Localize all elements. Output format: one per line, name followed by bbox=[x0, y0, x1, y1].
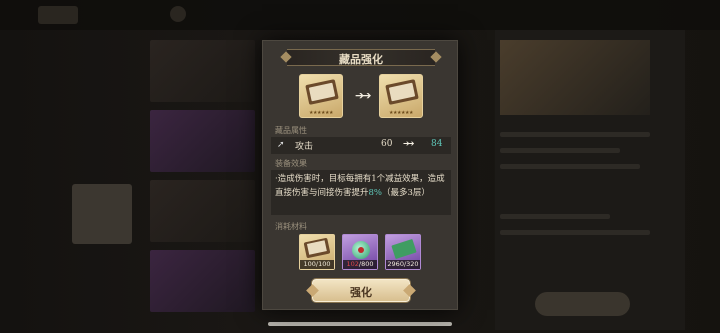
back-button[interactable] bbox=[38, 6, 78, 24]
top-bar bbox=[0, 0, 720, 30]
attribute-name: 攻击 bbox=[295, 142, 314, 152]
home-icon[interactable] bbox=[170, 6, 186, 22]
book-icon bbox=[303, 237, 331, 259]
relic-after-icon[interactable]: ★★★★★★ bbox=[379, 74, 423, 118]
enhance-dialog: 藏品强化 ★★★★★★ ➔➔ ★★★★★★ 藏品属性 ➚ 攻击 60 ➔➔ 84… bbox=[262, 40, 458, 310]
effect-box: ·造成伤害时，目标每拥有1个减益效果，造成直接伤害与间接伤害提升8%（最多3层） bbox=[271, 170, 451, 215]
book-icon bbox=[385, 79, 419, 105]
detail-text-line bbox=[500, 132, 650, 137]
relic-card[interactable] bbox=[150, 180, 255, 242]
category-tab[interactable] bbox=[72, 250, 132, 310]
category-tab[interactable] bbox=[72, 52, 132, 112]
dialog-title-bar: 藏品强化 bbox=[287, 49, 435, 66]
attributes-section-label: 藏品属性 bbox=[275, 126, 307, 135]
gem-icon bbox=[352, 241, 370, 259]
dialog-title: 藏品强化 bbox=[339, 53, 383, 66]
effect-percent: 8% bbox=[368, 188, 383, 198]
relic-artwork bbox=[500, 40, 650, 115]
attribute-row: ➚ 攻击 60 ➔➔ 84 bbox=[271, 137, 451, 154]
detail-text-line bbox=[500, 230, 650, 235]
detail-action-button[interactable] bbox=[535, 292, 630, 316]
note-icon bbox=[391, 238, 417, 260]
upgrade-arrow-icon: ➔➔ bbox=[355, 89, 372, 102]
detail-text-line bbox=[500, 148, 620, 153]
home-indicator[interactable] bbox=[268, 322, 452, 326]
category-tab-selected[interactable] bbox=[72, 184, 132, 244]
enhance-button[interactable]: 强化 bbox=[312, 279, 410, 302]
star-rating: ★★★★★★ bbox=[309, 110, 333, 116]
relic-card[interactable] bbox=[150, 110, 255, 172]
relic-card[interactable] bbox=[150, 40, 255, 102]
star-rating: ★★★★★★ bbox=[389, 110, 413, 116]
attribute-new-value: 84 bbox=[431, 139, 443, 149]
category-tab[interactable] bbox=[72, 118, 132, 178]
sword-icon: ➚ bbox=[277, 140, 285, 150]
relic-card[interactable] bbox=[150, 250, 255, 312]
effect-section-label: 装备效果 bbox=[275, 159, 307, 168]
materials-section-label: 消耗材料 bbox=[275, 222, 307, 231]
material-relic-book[interactable]: 100/100 bbox=[299, 234, 335, 270]
detail-text-line bbox=[500, 164, 640, 169]
relic-before-icon[interactable]: ★★★★★★ bbox=[299, 74, 343, 118]
enhance-button-label: 强化 bbox=[350, 286, 372, 299]
detail-text-line bbox=[500, 214, 610, 219]
material-count: 100/100 bbox=[300, 260, 334, 269]
relic-grid bbox=[150, 40, 255, 330]
material-count: 102/800 bbox=[343, 260, 377, 269]
attribute-old-value: 60 bbox=[381, 139, 393, 149]
material-green-gem[interactable]: 102/800 bbox=[342, 234, 378, 270]
attribute-arrow-icon: ➔➔ bbox=[403, 139, 414, 148]
effect-description: ·造成伤害时，目标每拥有1个减益效果，造成直接伤害与间接伤害提升8%（最多3层） bbox=[275, 172, 447, 200]
material-count: 2960/320 bbox=[386, 260, 420, 269]
book-icon bbox=[305, 79, 339, 105]
material-green-note[interactable]: 2960/320 bbox=[385, 234, 421, 270]
category-sidebar bbox=[72, 52, 132, 322]
effect-text-part2: （最多3层） bbox=[382, 188, 430, 198]
